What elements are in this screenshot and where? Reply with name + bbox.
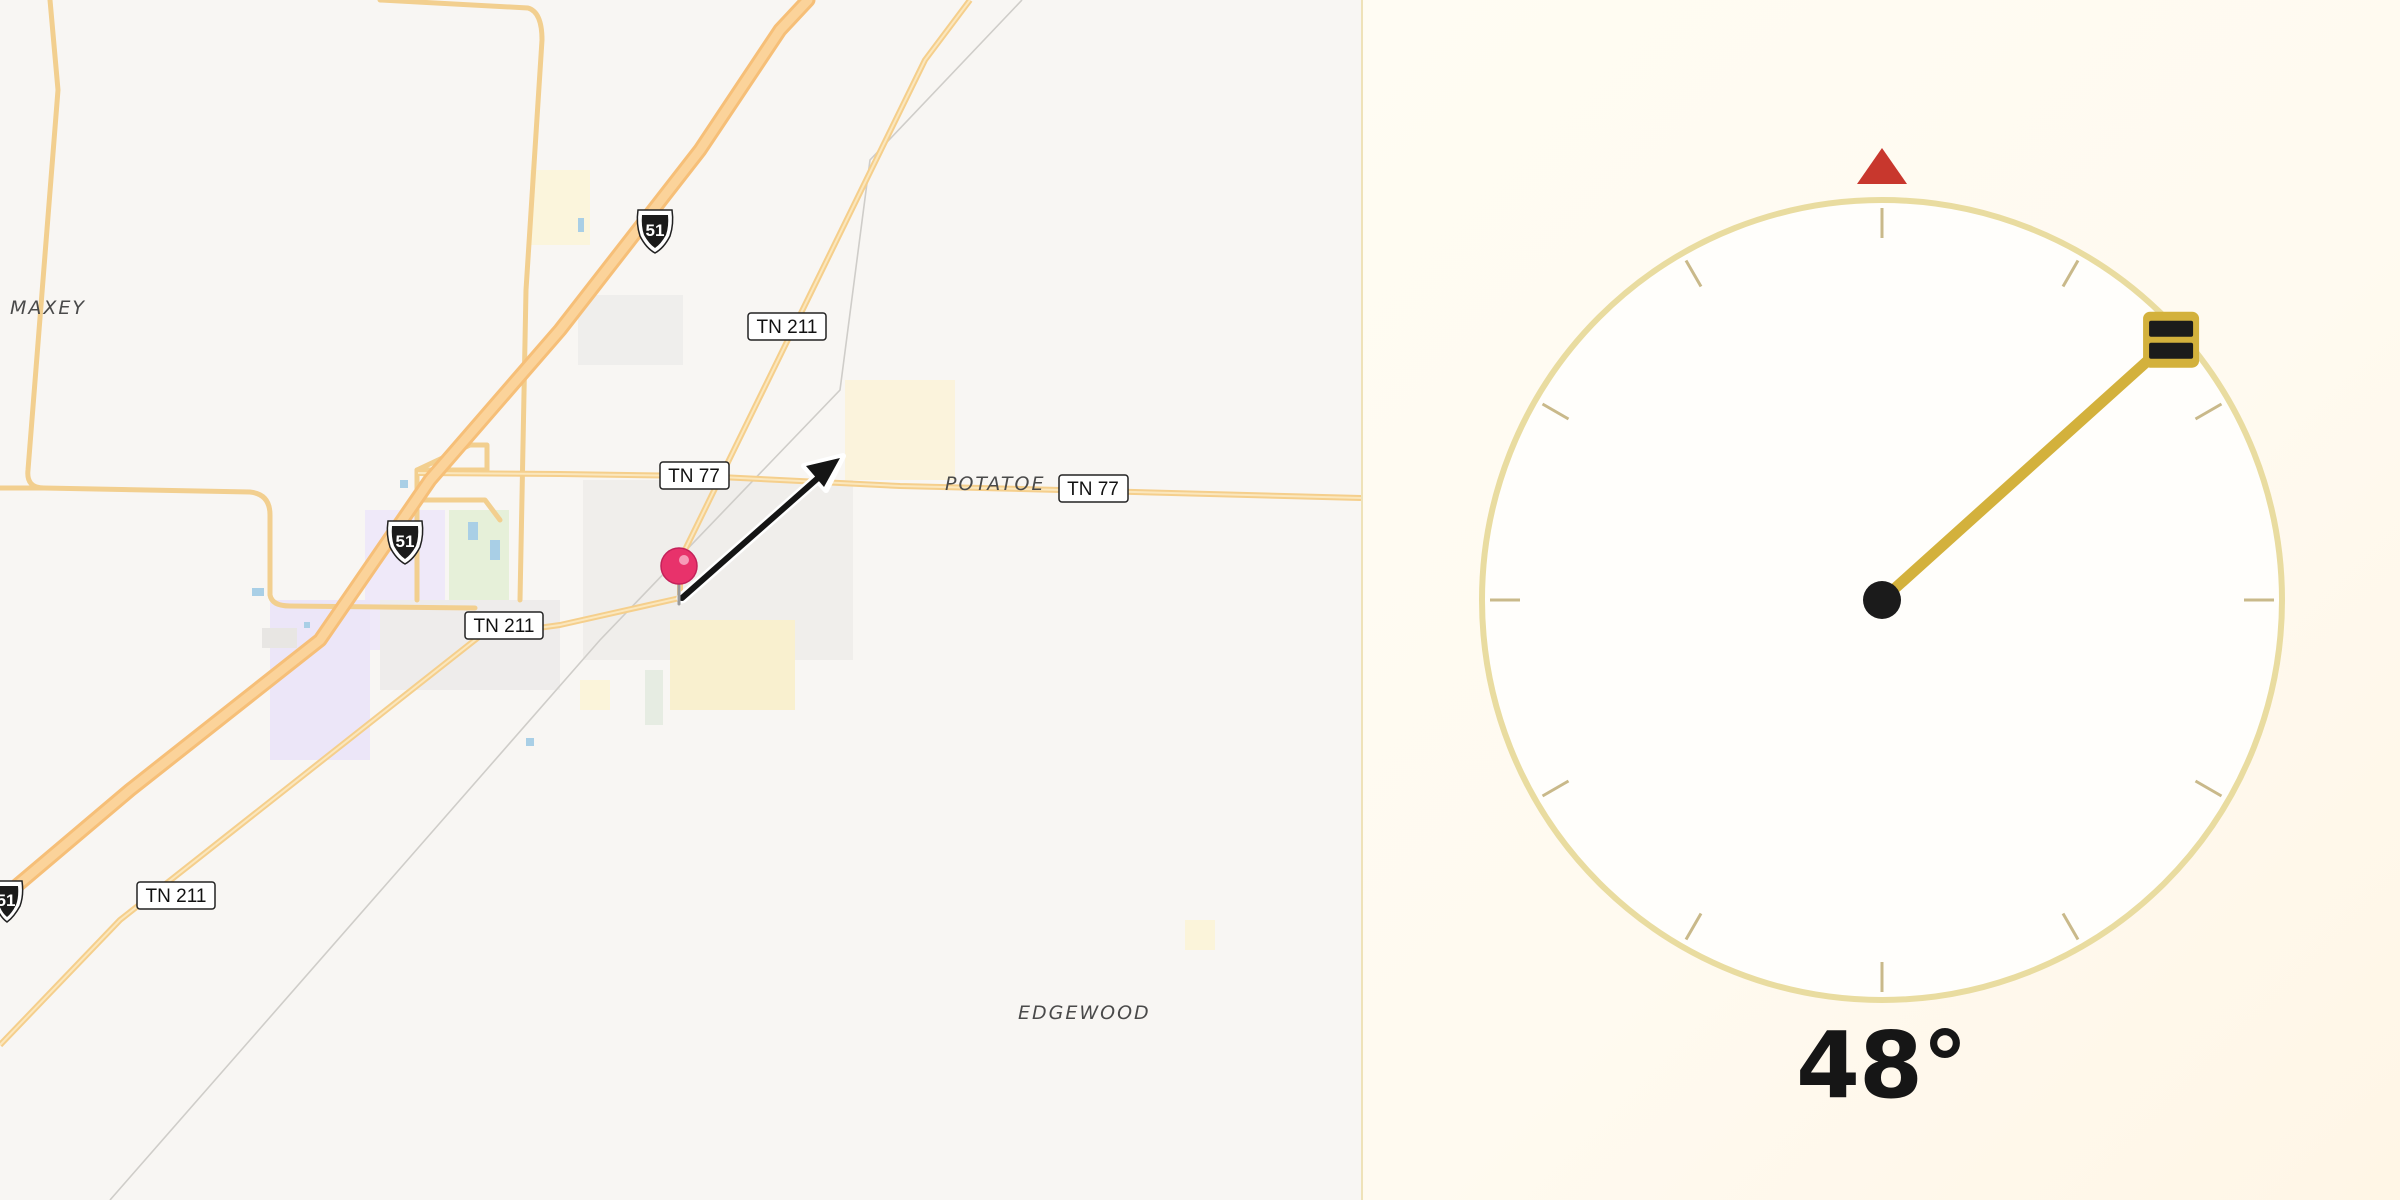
svg-text:TN 211: TN 211	[474, 616, 535, 637]
svg-text:51: 51	[646, 221, 665, 240]
dial-hub	[1863, 581, 1901, 619]
route-shield-tn-77: TN 77	[1058, 474, 1129, 503]
svg-text:51: 51	[396, 532, 415, 551]
svg-text:TN 77: TN 77	[668, 466, 720, 487]
svg-text:51: 51	[0, 891, 15, 910]
svg-text:TN 77: TN 77	[1067, 479, 1119, 500]
highway-us-51	[0, 0, 816, 908]
route-shield-us-51: 51	[636, 209, 674, 254]
place-label-maxey: MAXEY	[10, 297, 86, 319]
place-label-edgewood: EDGEWOOD	[1018, 1002, 1151, 1024]
heading-readout: 48°	[1795, 1012, 1968, 1119]
map-canvas[interactable]: MAXEY POTATOE EDGEWOOD TN 211 TN 211 TN …	[0, 0, 1361, 1200]
place-label-potatoe: POTATOE	[945, 473, 1045, 495]
route-shield-tn-77: TN 77	[659, 461, 730, 490]
north-triangle-icon	[1857, 148, 1907, 184]
heading-dial-panel: 48°	[1363, 0, 2400, 1200]
route-shield-tn-211: TN 211	[464, 611, 544, 640]
svg-text:TN 211: TN 211	[757, 317, 818, 338]
map-panel[interactable]: MAXEY POTATOE EDGEWOOD TN 211 TN 211 TN …	[0, 0, 1361, 1200]
svg-text:TN 211: TN 211	[146, 886, 207, 907]
drag-handle-icon[interactable]	[2143, 311, 2200, 368]
route-shield-tn-211: TN 211	[747, 312, 827, 341]
route-shield-us-51: 51	[0, 880, 24, 923]
route-shield-tn-211: TN 211	[136, 881, 216, 910]
